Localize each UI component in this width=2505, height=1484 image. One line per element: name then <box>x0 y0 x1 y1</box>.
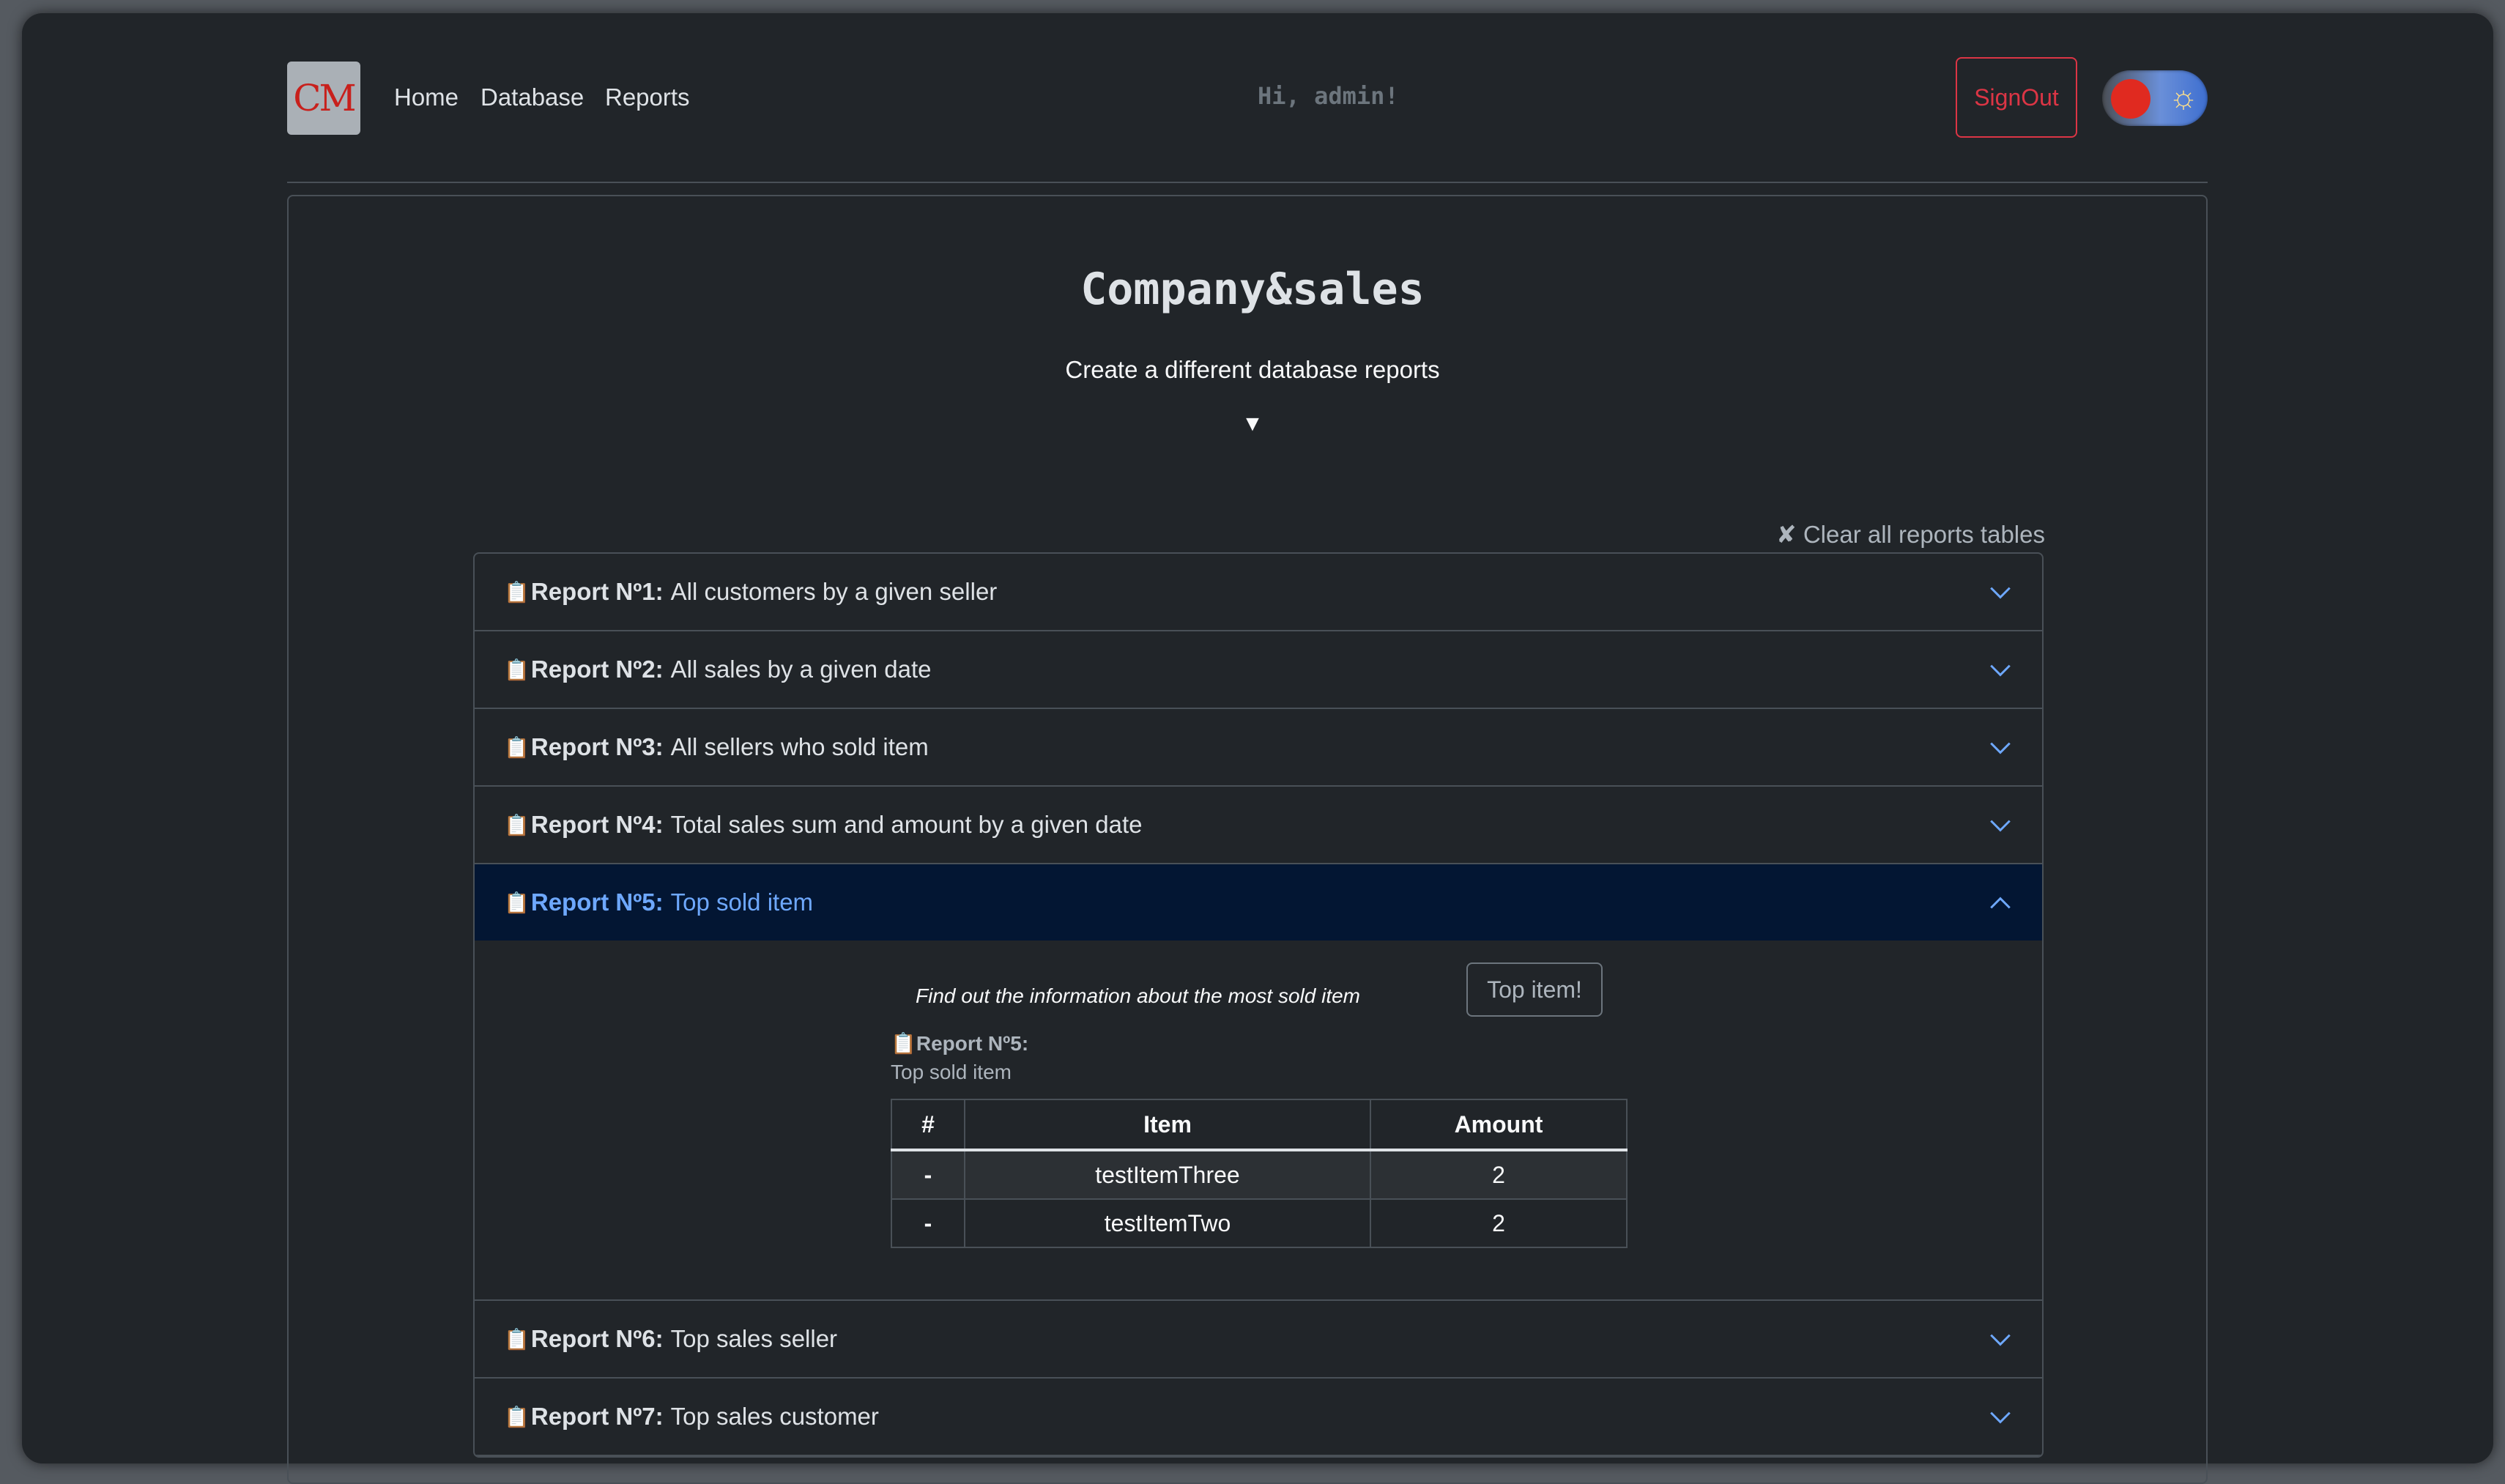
row-amount: 2 <box>1370 1149 1628 1200</box>
clipboard-icon: 📋 <box>504 813 530 836</box>
table-row: - testItemThree 2 <box>891 1149 1628 1200</box>
greeting-text: Hi, admin! <box>1258 82 1399 110</box>
report-header-3[interactable]: 📋 Report Nº3: All sellers who sold item <box>475 709 2042 785</box>
nav-home-link[interactable]: Home <box>394 84 459 111</box>
report-item-7: 📋 Report Nº7: Top sales customer <box>475 1379 2042 1456</box>
clipboard-icon: 📋 <box>504 891 530 914</box>
chevron-down-icon <box>1990 1334 2011 1346</box>
report-header-4[interactable]: 📋 Report Nº4: Total sales sum and amount… <box>475 787 2042 863</box>
column-header: Item <box>964 1099 1371 1151</box>
chevron-down-icon <box>1990 820 2011 832</box>
clear-reports-link[interactable]: ✘ Clear all reports tables <box>1776 520 2045 549</box>
page-title: Company&sales <box>1080 264 1425 315</box>
clipboard-icon: 📋 <box>504 1405 530 1428</box>
navbar: CM Home Database Reports Hi, admin! Sign… <box>287 48 2208 138</box>
chevron-up-icon <box>1990 897 2011 909</box>
report-number: Report Nº7: <box>530 1403 664 1430</box>
top-item-button[interactable]: Top item! <box>1466 962 1603 1017</box>
chevron-down-icon <box>1990 1411 2011 1424</box>
chevron-down-icon <box>1990 587 2011 599</box>
report-5-body: Find out the information about the most … <box>475 941 2042 1299</box>
signout-button[interactable]: SignOut <box>1956 57 2077 138</box>
clipboard-icon: 📋 <box>504 580 530 604</box>
row-number: - <box>891 1149 965 1200</box>
report-number: Report Nº2: <box>530 656 664 683</box>
report-label: Top sales customer <box>670 1403 879 1430</box>
clipboard-icon: 📋 <box>504 735 530 759</box>
row-item: testItemTwo <box>964 1198 1371 1248</box>
nav-reports-link[interactable]: Reports <box>605 84 690 111</box>
row-number: - <box>891 1198 965 1248</box>
row-amount: 2 <box>1370 1198 1628 1248</box>
column-header: Amount <box>1370 1099 1628 1151</box>
chevron-down-icon <box>1990 664 2011 677</box>
header-divider <box>287 182 2208 183</box>
page-subtitle: Create a different database reports <box>1065 356 1440 383</box>
report-number: Report Nº6: <box>530 1325 664 1352</box>
toggle-knob <box>2111 79 2150 119</box>
result-title: 📋Report Nº5: <box>891 1032 1029 1055</box>
report-label: All sellers who sold item <box>670 733 929 760</box>
report-item-1: 📋 Report Nº1: All customers by a given s… <box>475 554 2042 631</box>
report-item-2: 📋 Report Nº2: All sales by a given date <box>475 631 2042 709</box>
row-item: testItemThree <box>964 1149 1371 1200</box>
sun-icon: ☼ <box>2168 79 2199 115</box>
report-item-6: 📋 Report Nº6: Top sales seller <box>475 1301 2042 1379</box>
report-header-5[interactable]: 📋 Report Nº5: Top sold item <box>475 864 2042 941</box>
report-number: Report Nº5: <box>530 888 664 916</box>
report-label: Top sold item <box>670 888 814 916</box>
report-number: Report Nº4: <box>530 811 664 838</box>
find-description: Find out the information about the most … <box>916 984 1360 1007</box>
result-subtitle: Top sold item <box>891 1061 1012 1083</box>
report-header-7[interactable]: 📋 Report Nº7: Top sales customer <box>475 1379 2042 1455</box>
report-item-5: 📋 Report Nº5: Top sold item Find out the… <box>475 864 2042 1301</box>
table-header-row: # Item Amount <box>891 1099 1628 1151</box>
table-row: - testItemTwo 2 <box>891 1198 1628 1248</box>
report-label: Total sales sum and amount by a given da… <box>670 811 1143 838</box>
nav-database-link[interactable]: Database <box>480 84 584 111</box>
down-arrow-icon: ▼ <box>1242 412 1263 436</box>
report-header-6[interactable]: 📋 Report Nº6: Top sales seller <box>475 1301 2042 1377</box>
report-label: Top sales seller <box>670 1325 838 1352</box>
result-table: # Item Amount - testItemThree 2 - testIt… <box>891 1099 1628 1248</box>
report-label: All customers by a given seller <box>670 578 998 605</box>
reports-accordion: 📋 Report Nº1: All customers by a given s… <box>473 552 2044 1458</box>
report-number: Report Nº1: <box>530 578 664 605</box>
report-header-1[interactable]: 📋 Report Nº1: All customers by a given s… <box>475 554 2042 630</box>
clipboard-icon: 📋 <box>504 658 530 681</box>
logo[interactable]: CM <box>287 62 360 135</box>
report-header-2[interactable]: 📋 Report Nº2: All sales by a given date <box>475 631 2042 708</box>
report-item-4: 📋 Report Nº4: Total sales sum and amount… <box>475 787 2042 864</box>
column-header: # <box>891 1099 965 1151</box>
theme-toggle[interactable]: ☼ <box>2102 70 2208 126</box>
report-number: Report Nº3: <box>530 733 664 760</box>
report-label: All sales by a given date <box>670 656 932 683</box>
report-item-3: 📋 Report Nº3: All sellers who sold item <box>475 709 2042 787</box>
clipboard-icon: 📋 <box>504 1327 530 1351</box>
chevron-down-icon <box>1990 742 2011 754</box>
